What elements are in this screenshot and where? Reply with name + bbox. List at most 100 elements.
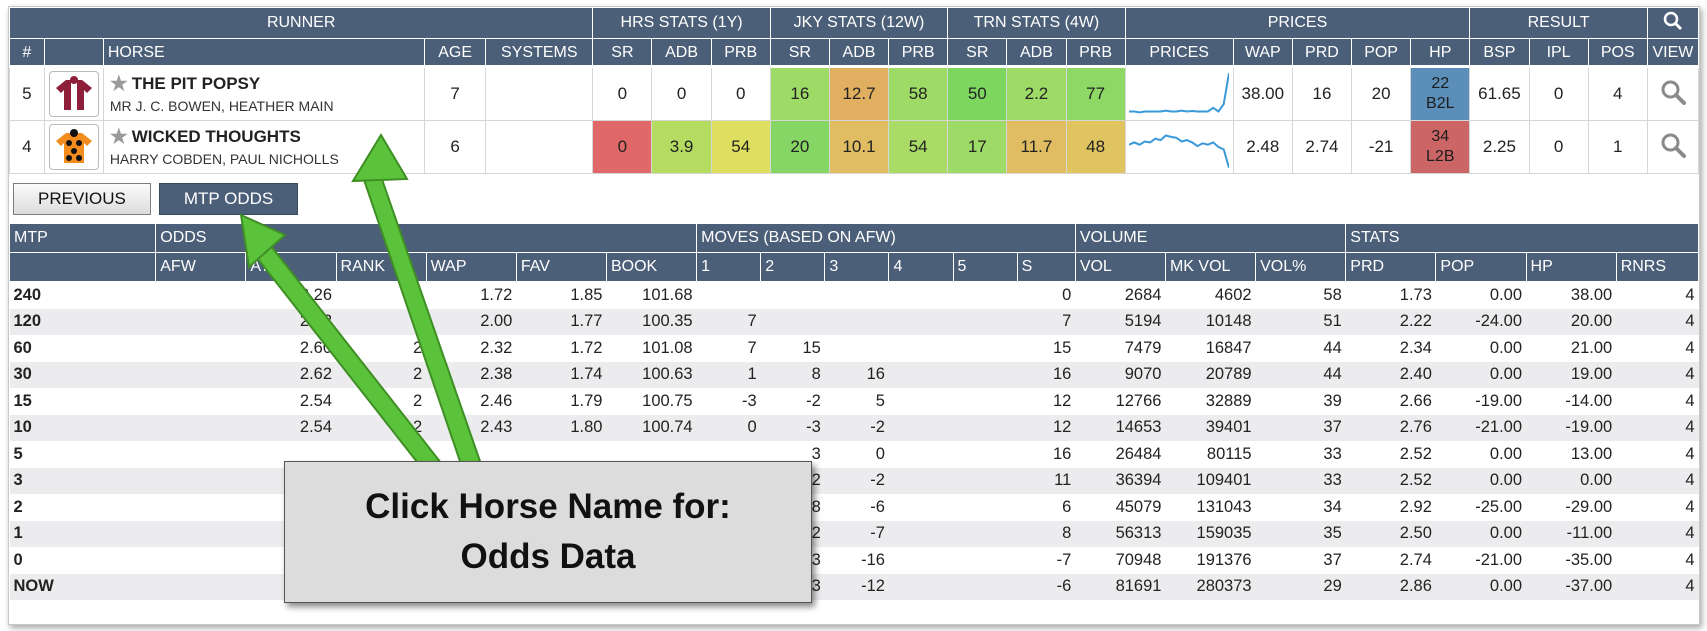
odds-col-header: 1 [696,252,762,282]
odds-mtp-cell: 10 [9,414,156,441]
odds-cell: 2684 [1124,285,1162,304]
odds-cell: 14653 [1075,414,1166,441]
odds-cell [953,308,1018,335]
odds-cell [888,361,954,388]
odds-cell: 80115 [1206,444,1252,463]
odds-mtp-cell: 240 [13,285,42,304]
odds-cell [760,308,825,335]
price-sparkline [1124,120,1234,174]
odds-cell: 2.46 [480,391,513,410]
header-search[interactable] [1646,7,1699,39]
group-trn-stats: TRN STATS (4W) [947,7,1126,39]
odds-cell: 280373 [1165,573,1256,600]
odds-cell: -25.00 [1475,497,1523,516]
odds-cell: 2.38 [426,361,517,388]
odds-cell [155,414,246,441]
mtp-odds-table: MTP ODDS MOVES (BASED ON AFW) VOLUME STA… [9,223,1699,600]
stat-cell: 20 [769,120,830,174]
odds-cell [156,388,246,415]
odds-col-header: RANK [335,252,427,282]
odds-cell [156,335,246,362]
runner-col-header: AGE [424,38,487,68]
odds-row: 3 -2 -2 11 36394 109401 33 2.52 0.00 0.00 4 [9,467,1699,494]
odds-cell [761,282,825,309]
odds-cell: 36394 [1075,467,1166,494]
odds-cell: 13.00 [1570,444,1613,463]
previous-button[interactable]: PREVIOUS [13,183,151,215]
odds-cell: -37.00 [1526,573,1617,600]
odds-cell: 39401 [1165,414,1256,441]
odds-cell: 100.63 [606,361,697,388]
odds-cell: 4 [1616,573,1699,600]
odds-cell: 2.86 [1345,573,1436,600]
odds-cell: 2.40 [1345,361,1436,388]
silk-cell [43,67,104,121]
odds-cell: 58 [1323,285,1342,304]
horse-age: 7 [424,67,487,121]
horse-name-link[interactable]: ★ WICKED THOUGHTS [110,127,424,147]
odds-row: NOW2.1222.881.97109.741-13-12-6816912803… [9,573,1699,600]
price-prd: 16 [1291,67,1353,121]
stat-cell: 58 [888,67,949,121]
odds-cell: -16 [861,550,885,569]
hp-line-2: B2L [1426,95,1455,112]
odds-cell: 0.00 [1489,285,1523,304]
odds-cell [697,282,761,309]
view-cell[interactable] [1646,120,1699,174]
star-icon[interactable]: ★ [110,74,128,94]
odds-cell: 1.74 [516,361,607,388]
odds-cell: -3 [742,391,757,410]
hp-value: 34 L2B [1411,127,1469,167]
mtp-odds-button[interactable]: MTP ODDS [158,183,299,215]
odds-cell: -21.00 [1475,550,1523,569]
odds-cell: -6 [870,497,885,516]
odds-cell: -12 [824,573,889,600]
odds-col-header: BOOK [605,252,698,282]
odds-cell [155,361,246,388]
odds-cell [953,388,1017,415]
odds-mtp-cell: 5 [13,444,23,463]
view-search-icon[interactable] [1660,79,1686,105]
odds-cell [953,282,1017,309]
horse-name-link[interactable]: ★ THE PIT POPSY [110,74,424,94]
odds-cell [953,467,1018,494]
odds-col-header: S [1016,252,1076,282]
odds-cell: 2.76 [1345,414,1436,441]
stat-cell: 11.7 [1006,120,1067,174]
price-prd: 2.74 [1291,120,1353,174]
odds-cell: 70948 [1115,550,1162,569]
odds-cell [888,308,954,335]
runner-col-header: WAP [1232,38,1293,68]
hp-value: 22 B2L [1411,74,1469,114]
view-cell[interactable] [1646,67,1699,121]
search-icon[interactable] [1663,11,1683,31]
odds-cell: 16 [1052,444,1072,463]
horse-name[interactable]: WICKED THOUGHTS [132,127,301,147]
odds-row: 120 2.42 2 2.00 1.77 100.35 7 7 5194 10148 51 2.22-… [9,308,1699,335]
odds-cell: 191376 [1196,550,1252,569]
hp-line-2: L2B [1426,148,1455,165]
odds-col-header: HP [1525,252,1617,282]
runner-col-header: SR [947,38,1008,68]
star-icon[interactable]: ★ [110,127,128,147]
horse-name[interactable]: THE PIT POPSY [132,74,260,94]
odds-cell: 7479 [1124,338,1162,357]
runner-col-header: SR [592,38,653,68]
runner-col-header: PRD [1291,38,1353,68]
odds-cell [825,335,889,362]
odds-cell: 9070 [1075,361,1166,388]
odds-cell: 0.00 [1489,444,1523,463]
odds-cell: 0.00 [1526,467,1617,494]
odds-row: 2 -8 -6 6 45079 131043 34 2.92 -25.00 -29.00 4 [10,494,1699,521]
odds-cell: 4 [1685,444,1695,463]
odds-row: 10 2.54 2 2.43 1.80 100.74 0 -3 -2 12 14653 39401 37… [9,414,1699,441]
odds-cell [156,547,246,574]
odds-cell: -11.00 [1526,520,1617,547]
odds-cell [953,573,1018,600]
odds-cell: 26484 [1115,444,1162,463]
stat-cell: 0 [592,67,653,121]
price-wap: 2.48 [1232,120,1293,174]
view-search-icon[interactable] [1660,132,1686,158]
odds-cell: 1 [696,361,761,388]
odds-row: 0-13-16-770948191376372.74-21.00-35.004 [10,547,1699,574]
